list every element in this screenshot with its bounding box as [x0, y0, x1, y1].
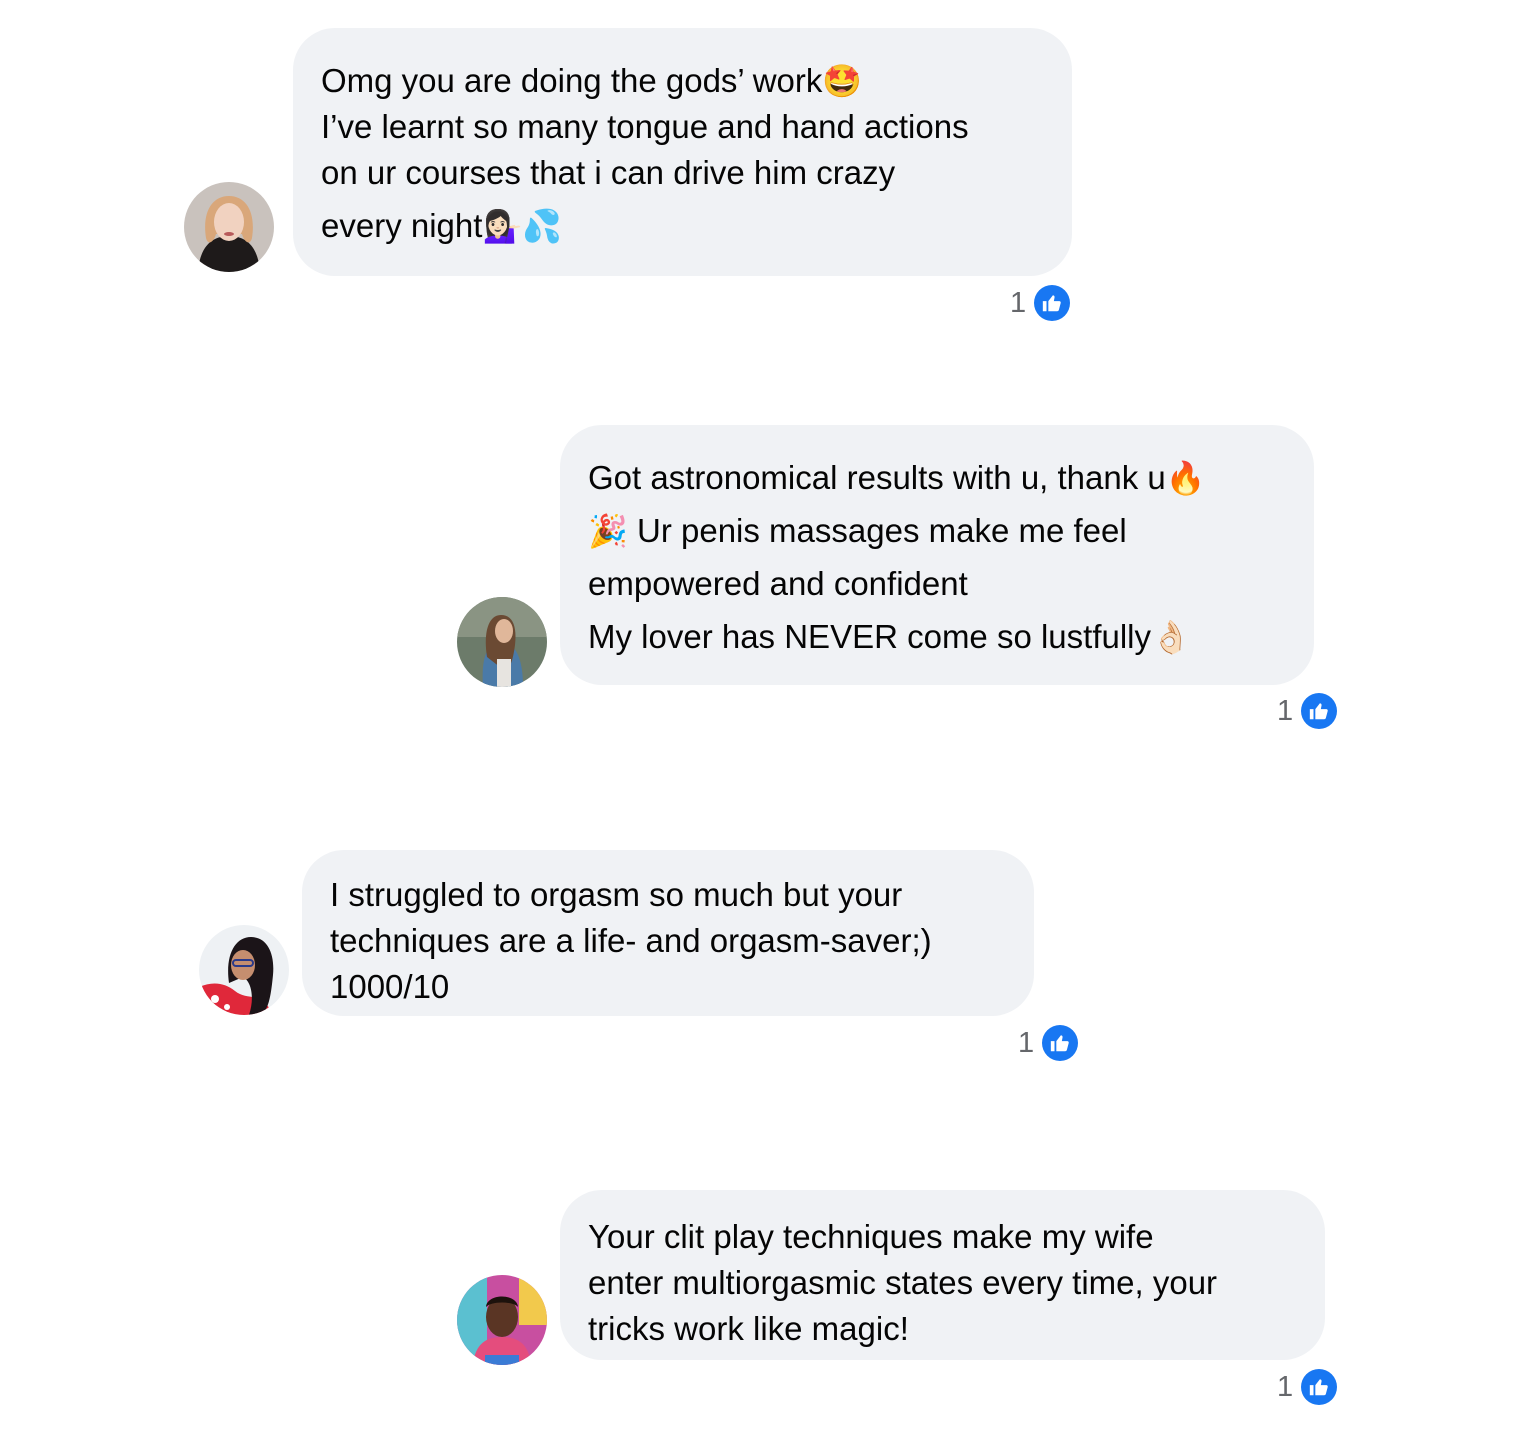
- reaction-count: 1: [1277, 1370, 1294, 1403]
- avatar[interactable]: [184, 182, 274, 272]
- comment-bubble: Omg you are doing the gods’ work🤩 I’ve l…: [293, 28, 1072, 276]
- like-icon: [1034, 285, 1071, 321]
- reaction-summary[interactable]: 1: [1010, 285, 1071, 321]
- like-icon: [1301, 1369, 1338, 1405]
- fire-emoji: 🔥: [1165, 460, 1206, 496]
- reaction-summary[interactable]: 1: [1018, 1025, 1079, 1061]
- reaction-count: 1: [1018, 1026, 1035, 1059]
- ok-hand-emoji: 👌🏻: [1151, 619, 1191, 655]
- comment-line: enter multiorgasmic states every time, y…: [588, 1264, 1218, 1301]
- avatar[interactable]: [457, 1275, 547, 1365]
- comment-bubble: Your clit play techniques make my wife e…: [560, 1190, 1325, 1360]
- reaction-summary[interactable]: 1: [1277, 1369, 1338, 1405]
- reaction-count: 1: [1010, 286, 1027, 319]
- party-popper-emoji: 🎉: [588, 513, 628, 549]
- comment-line: tricks work like magic!: [588, 1310, 909, 1347]
- comment-line: Omg you are doing the gods’ work🤩: [321, 62, 863, 99]
- comment-line: 1000/10: [330, 968, 450, 1005]
- comment-line: I’ve learnt so many tongue and hand acti…: [321, 108, 969, 145]
- comment-line: Your clit play techniques make my wife: [588, 1218, 1154, 1255]
- comment-line: 🎉 Ur penis massages make me feel: [588, 512, 1127, 549]
- avatar[interactable]: [199, 925, 289, 1015]
- reaction-summary[interactable]: 1: [1277, 693, 1338, 729]
- like-icon: [1042, 1025, 1079, 1061]
- comment-line: on ur courses that i can drive him crazy: [321, 154, 896, 191]
- comment-line: techniques are a life- and orgasm-saver;…: [330, 922, 932, 959]
- avatar[interactable]: [457, 597, 547, 687]
- comment-bubble: I struggled to orgasm so much but your t…: [302, 850, 1034, 1016]
- comment-line: I struggled to orgasm so much but your: [330, 876, 903, 913]
- comment-line: every night💁🏻‍♀️💦: [321, 207, 563, 244]
- comment-bubble: Got astronomical results with u, thank u…: [560, 425, 1314, 685]
- comment-line: My lover has NEVER come so lustfully👌🏻: [588, 618, 1191, 655]
- comment-line: empowered and confident: [588, 565, 968, 602]
- tipping-hand-sweat-emoji: 💁🏻‍♀️💦: [482, 208, 563, 244]
- star-struck-emoji: 🤩: [822, 63, 863, 99]
- like-icon: [1301, 693, 1338, 729]
- reaction-count: 1: [1277, 694, 1294, 727]
- comment-line: Got astronomical results with u, thank u…: [588, 459, 1206, 496]
